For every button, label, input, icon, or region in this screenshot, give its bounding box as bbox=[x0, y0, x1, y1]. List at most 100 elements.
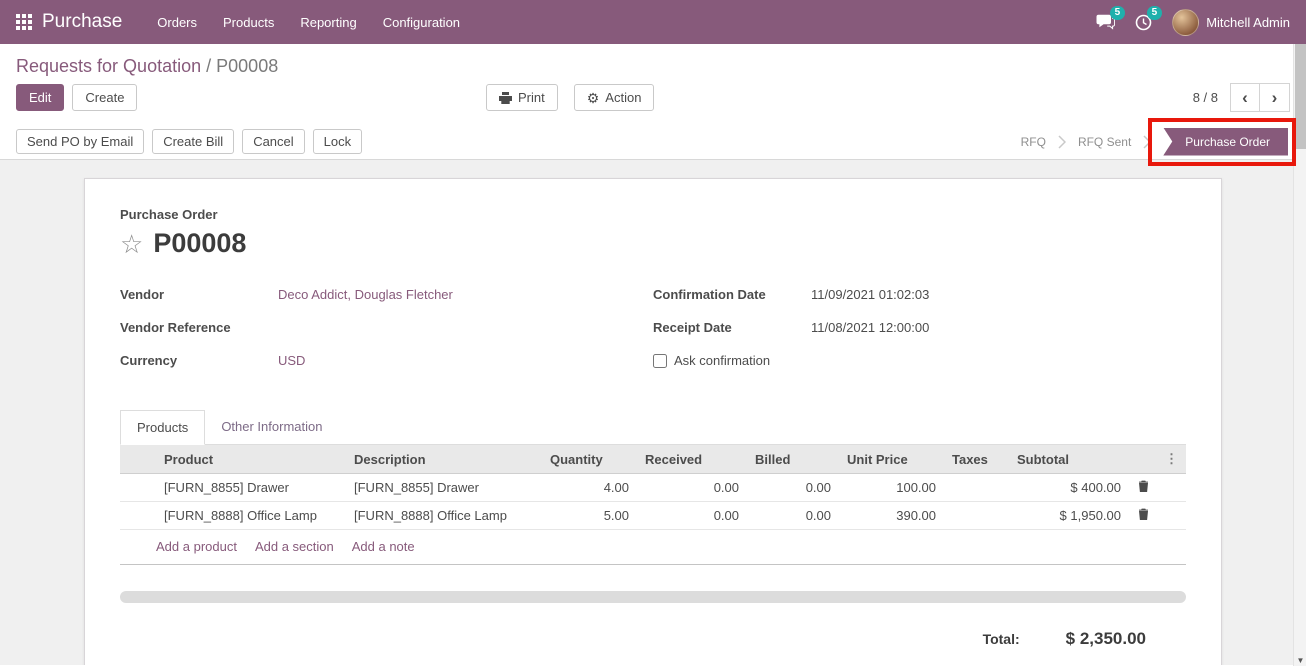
quantity-cell: 5.00 bbox=[542, 502, 637, 530]
send-po-by-email-button[interactable]: Send PO by Email bbox=[16, 129, 144, 154]
print-button[interactable]: Print bbox=[486, 84, 558, 111]
star-icon[interactable]: ☆ bbox=[120, 231, 143, 257]
top-right-controls: 5 5 Mitchell Admin bbox=[1096, 9, 1290, 36]
trash-icon[interactable] bbox=[1138, 508, 1149, 520]
vendor-label: Vendor bbox=[120, 287, 278, 302]
record-name: P00008 bbox=[153, 228, 246, 259]
optional-cell bbox=[1157, 502, 1186, 530]
scroll-down-arrow-icon[interactable]: ▼ bbox=[1294, 656, 1306, 665]
trash-icon[interactable] bbox=[1138, 480, 1149, 492]
description-column-header[interactable]: Description bbox=[346, 445, 542, 474]
vertical-scrollbar[interactable]: ▼ bbox=[1293, 44, 1306, 666]
taxes-cell bbox=[944, 502, 1009, 530]
row-handle-cell bbox=[120, 474, 156, 502]
avatar bbox=[1172, 9, 1199, 36]
breadcrumb: Requests for Quotation / P00008 bbox=[0, 44, 1306, 81]
subtotal-column-header[interactable]: Subtotal bbox=[1009, 445, 1129, 474]
tab-other-information[interactable]: Other Information bbox=[205, 410, 338, 444]
add-a-note-link[interactable]: Add a note bbox=[352, 539, 415, 554]
status-rfq-sent[interactable]: RFQ Sent bbox=[1078, 135, 1131, 149]
record-type-label: Purchase Order bbox=[120, 207, 1186, 222]
title-row: ☆ P00008 bbox=[120, 228, 1186, 259]
billed-column-header[interactable]: Billed bbox=[747, 445, 839, 474]
quantity-column-header[interactable]: Quantity bbox=[542, 445, 637, 474]
user-menu[interactable]: Mitchell Admin bbox=[1172, 9, 1290, 36]
currency-value-link[interactable]: USD bbox=[278, 353, 305, 368]
add-a-section-link[interactable]: Add a section bbox=[255, 539, 334, 554]
status-rfq[interactable]: RFQ bbox=[1021, 135, 1046, 149]
pager-buttons: ‹ › bbox=[1230, 83, 1290, 112]
quantity-cell: 4.00 bbox=[542, 474, 637, 502]
menu-reporting[interactable]: Reporting bbox=[287, 2, 369, 43]
add-links-row: Add a product Add a section Add a note bbox=[120, 530, 1186, 565]
status-flow: RFQ RFQ Sent Purchase Order bbox=[1021, 128, 1290, 156]
activities-badge: 5 bbox=[1147, 6, 1163, 20]
horizontal-scrollbar[interactable] bbox=[120, 591, 1186, 603]
chevron-separator-icon bbox=[1058, 135, 1066, 149]
action-button[interactable]: ⚙ Action bbox=[574, 84, 655, 111]
create-bill-button[interactable]: Create Bill bbox=[152, 129, 234, 154]
table-header-row: Product Description Quantity Received Bi… bbox=[120, 445, 1186, 474]
status-purchase-order-wrap: Purchase Order bbox=[1163, 128, 1288, 156]
table-row[interactable]: [FURN_8888] Office Lamp [FURN_8888] Offi… bbox=[120, 502, 1186, 530]
optional-cell bbox=[1157, 474, 1186, 502]
top-menu: Orders Products Reporting Configuration bbox=[144, 2, 473, 43]
unit-price-column-header[interactable]: Unit Price bbox=[839, 445, 944, 474]
ask-confirmation-label: Ask confirmation bbox=[674, 353, 770, 368]
messages-icon[interactable]: 5 bbox=[1096, 14, 1115, 30]
app-name[interactable]: Purchase bbox=[42, 11, 122, 33]
table-row[interactable]: [FURN_8855] Drawer [FURN_8855] Drawer 4.… bbox=[120, 474, 1186, 502]
print-button-label: Print bbox=[518, 90, 545, 105]
optional-columns-toggle[interactable]: ⋮ bbox=[1157, 445, 1186, 474]
vendor-reference-label: Vendor Reference bbox=[120, 320, 278, 335]
currency-label: Currency bbox=[120, 353, 278, 368]
received-cell: 0.00 bbox=[637, 474, 747, 502]
billed-cell: 0.00 bbox=[747, 474, 839, 502]
product-column-header[interactable]: Product bbox=[156, 445, 346, 474]
edit-button[interactable]: Edit bbox=[16, 84, 64, 111]
lock-button[interactable]: Lock bbox=[313, 129, 362, 154]
total-label: Total: bbox=[983, 631, 1020, 647]
subtotal-cell: $ 1,950.00 bbox=[1009, 502, 1129, 530]
field-currency: Currency USD bbox=[120, 353, 653, 371]
pager-previous-button[interactable]: ‹ bbox=[1230, 83, 1260, 112]
pager-next-button[interactable]: › bbox=[1260, 83, 1290, 112]
top-navbar: Purchase Orders Products Reporting Confi… bbox=[0, 0, 1306, 44]
statusbar: Send PO by Email Create Bill Cancel Lock… bbox=[0, 124, 1306, 160]
breadcrumb-separator: / bbox=[206, 56, 211, 76]
menu-configuration[interactable]: Configuration bbox=[370, 2, 473, 43]
order-lines-table: Product Description Quantity Received Bi… bbox=[120, 445, 1186, 530]
delete-line-cell bbox=[1129, 474, 1157, 502]
messages-badge: 5 bbox=[1110, 6, 1126, 20]
cancel-button[interactable]: Cancel bbox=[242, 129, 304, 154]
taxes-column-header[interactable]: Taxes bbox=[944, 445, 1009, 474]
status-purchase-order[interactable]: Purchase Order bbox=[1163, 128, 1288, 156]
menu-products[interactable]: Products bbox=[210, 2, 287, 43]
confirmation-date-value: 11/09/2021 01:02:03 bbox=[811, 287, 929, 302]
breadcrumb-parent-link[interactable]: Requests for Quotation bbox=[16, 56, 201, 76]
statusbar-buttons: Send PO by Email Create Bill Cancel Lock bbox=[16, 129, 362, 154]
form-sheet: Purchase Order ☆ P00008 Vendor Deco Addi… bbox=[84, 178, 1222, 665]
scrollbar-thumb[interactable] bbox=[1295, 44, 1306, 149]
action-button-label: Action bbox=[605, 90, 641, 105]
activities-icon[interactable]: 5 bbox=[1135, 14, 1152, 31]
received-cell: 0.00 bbox=[637, 502, 747, 530]
user-name: Mitchell Admin bbox=[1206, 15, 1290, 30]
received-column-header[interactable]: Received bbox=[637, 445, 747, 474]
field-column-left: Vendor Deco Addict, Douglas Fletcher Ven… bbox=[120, 287, 653, 386]
tab-products[interactable]: Products bbox=[120, 410, 205, 445]
ask-confirmation-checkbox[interactable] bbox=[653, 354, 667, 368]
printer-icon bbox=[499, 92, 512, 104]
create-button[interactable]: Create bbox=[72, 84, 137, 111]
vendor-value-link[interactable]: Deco Addict, Douglas Fletcher bbox=[278, 287, 453, 302]
vertical-dots-icon: ⋮ bbox=[1165, 451, 1178, 466]
field-vendor-reference: Vendor Reference bbox=[120, 320, 653, 338]
notebook-tabs: Products Other Information bbox=[120, 410, 1186, 445]
menu-orders[interactable]: Orders bbox=[144, 2, 210, 43]
delete-line-cell bbox=[1129, 502, 1157, 530]
description-cell: [FURN_8888] Office Lamp bbox=[346, 502, 542, 530]
pager-count: 8 / 8 bbox=[1193, 90, 1218, 105]
add-a-product-link[interactable]: Add a product bbox=[156, 539, 237, 554]
apps-grid-icon[interactable] bbox=[16, 14, 32, 30]
row-handle-cell bbox=[120, 502, 156, 530]
